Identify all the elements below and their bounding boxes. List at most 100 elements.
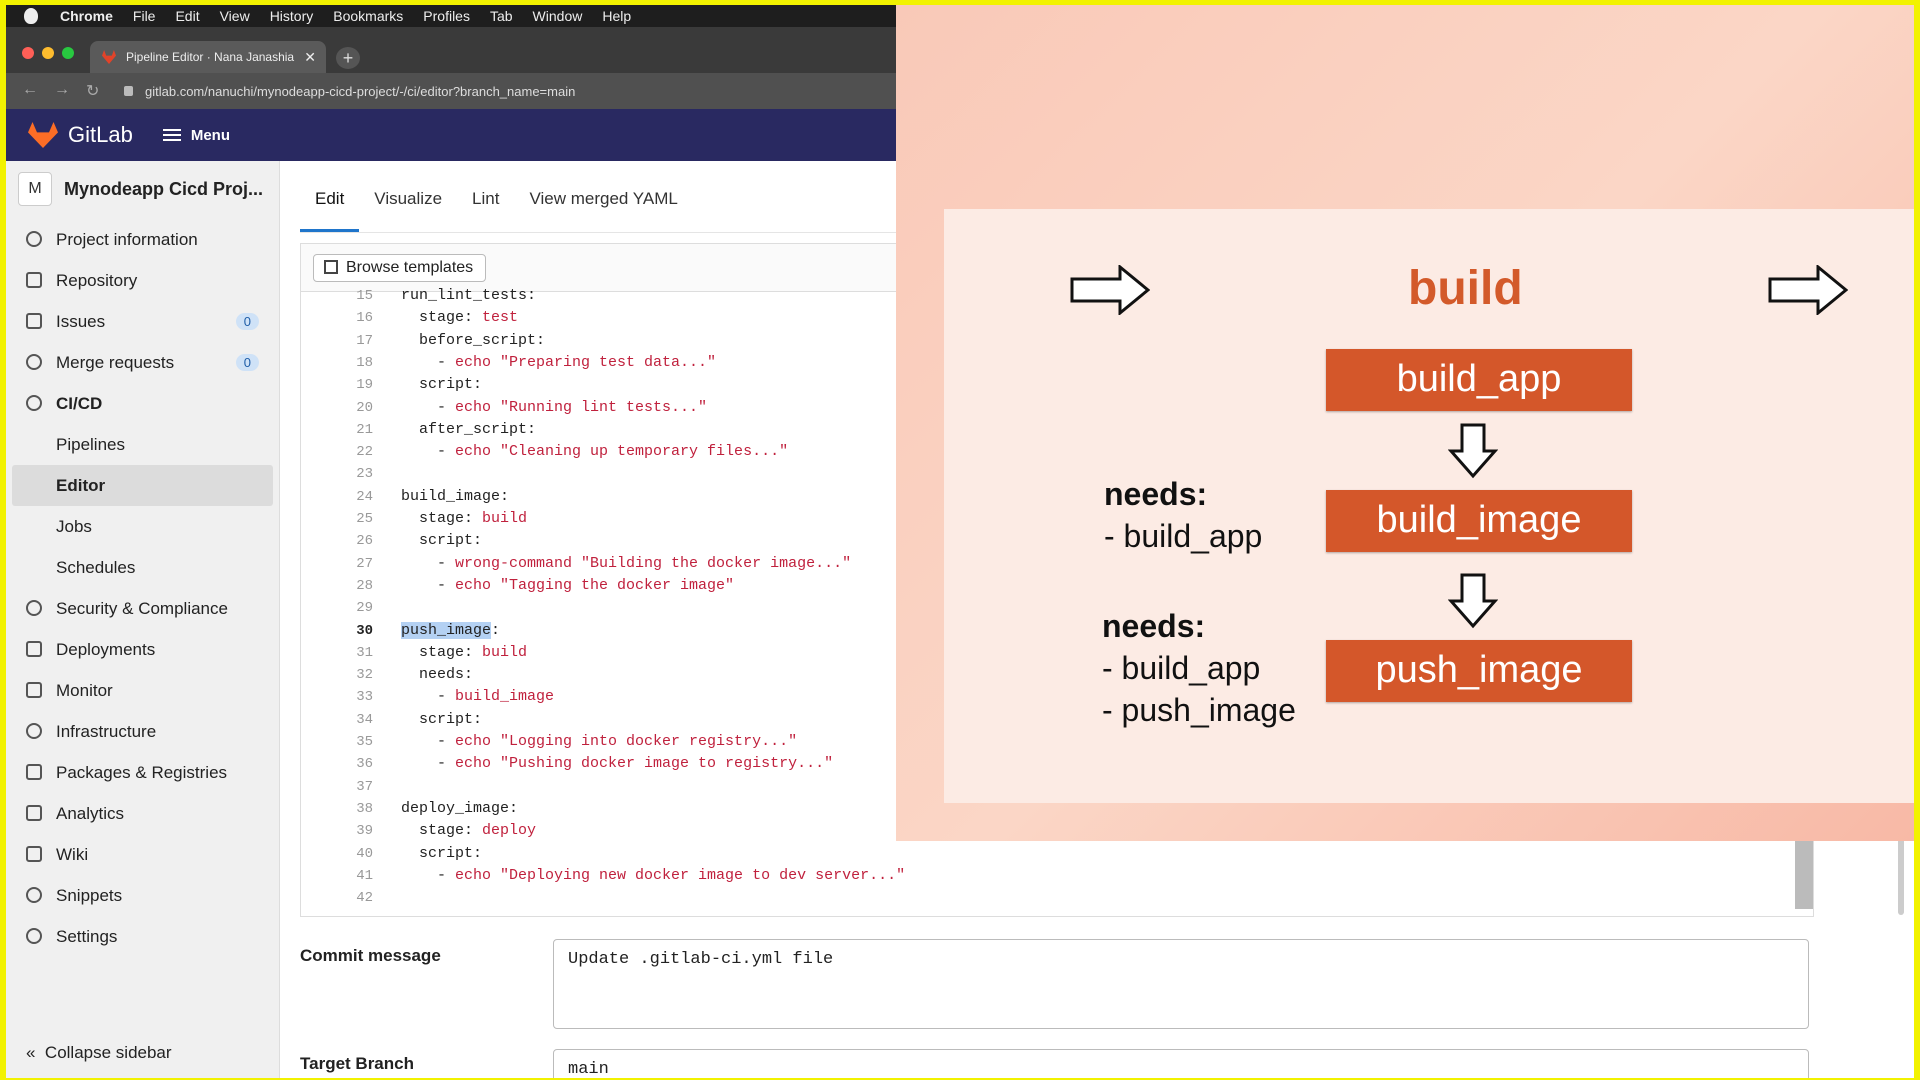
needs-push-image: needs: - build_app - push_image (1102, 605, 1296, 731)
sidebar-item-jobs[interactable]: Jobs (6, 506, 279, 547)
commit-message-field[interactable]: Update .gitlab-ci.yml file (553, 939, 1809, 1029)
url-text: gitlab.com/nanuchi/mynodeapp-cicd-projec… (145, 83, 576, 99)
code-line[interactable]: run_lint_tests: (401, 287, 536, 304)
sidebar-item-label: Analytics (56, 803, 125, 823)
sidebar-item-issues[interactable]: Issues 0 (6, 301, 279, 342)
shield-icon (26, 600, 42, 616)
close-tab-icon[interactable]: ✕ (304, 49, 316, 66)
menu-view[interactable]: View (220, 8, 250, 24)
new-tab-icon[interactable]: + (336, 47, 360, 69)
code-line[interactable]: push_image: (401, 621, 500, 639)
forward-icon[interactable]: → (54, 81, 70, 101)
menu-help[interactable]: Help (602, 8, 631, 24)
code-line[interactable]: - echo "Preparing test data..." (401, 354, 716, 371)
menu-file[interactable]: File (133, 8, 156, 24)
menu-tab[interactable]: Tab (490, 8, 513, 24)
code-line[interactable]: script: (401, 711, 482, 728)
menu-button[interactable]: Menu (191, 127, 230, 144)
sidebar-item-infrastructure[interactable]: Infrastructure (6, 711, 279, 752)
sidebar-item-packages-registries[interactable]: Packages & Registries (6, 752, 279, 793)
sidebar-item-repository[interactable]: Repository (6, 260, 279, 301)
sidebar-item-deployments[interactable]: Deployments (6, 629, 279, 670)
sidebar-item-security-compliance[interactable]: Security & Compliance (6, 588, 279, 629)
code-line[interactable]: script: (401, 532, 482, 549)
line-number: 26 (356, 533, 373, 550)
code-line[interactable]: script: (401, 376, 482, 393)
project-header[interactable]: M Mynodeapp Cicd Proj... (6, 161, 279, 217)
video-overlay: build build_app build_image push_image n… (896, 5, 1914, 841)
code-line[interactable]: - echo "Logging into docker registry..." (401, 733, 797, 750)
code-line[interactable]: script: (401, 845, 482, 862)
code-line[interactable]: stage: build (401, 644, 527, 661)
code-line[interactable]: - echo "Pushing docker image to registry… (401, 755, 833, 772)
code-line[interactable]: stage: test (401, 309, 518, 326)
scissors-icon (26, 887, 42, 903)
url-field[interactable]: gitlab.com/nanuchi/mynodeapp-cicd-projec… (124, 79, 904, 103)
minimize-window-icon[interactable] (42, 47, 54, 59)
sidebar-item-pipelines[interactable]: Pipelines (6, 424, 279, 465)
sidebar-item-merge-requests[interactable]: Merge requests 0 (6, 342, 279, 383)
tab-view-merged-yaml[interactable]: View merged YAML (514, 161, 692, 232)
collapse-sidebar-button[interactable]: « Collapse sidebar (26, 1043, 172, 1063)
sidebar-item-label: Deployments (56, 639, 156, 659)
sidebar: M Mynodeapp Cicd Proj... Project informa… (6, 161, 280, 1078)
deployments-icon (26, 641, 42, 657)
sidebar-item-label: Issues (56, 311, 106, 331)
gitlab-favicon-icon (102, 50, 116, 64)
code-line[interactable]: - echo "Tagging the docker image" (401, 577, 734, 594)
menu-edit[interactable]: Edit (175, 8, 199, 24)
browser-tab-title: Pipeline Editor · Nana Janashia (126, 50, 295, 64)
apple-icon[interactable] (24, 8, 38, 24)
code-line[interactable]: deploy_image: (401, 800, 518, 817)
target-branch-field[interactable]: main (553, 1049, 1809, 1078)
code-line[interactable]: stage: deploy (401, 822, 536, 839)
menu-window[interactable]: Window (533, 8, 583, 24)
sidebar-item-monitor[interactable]: Monitor (6, 670, 279, 711)
line-number: 25 (356, 511, 373, 527)
tab-visualize[interactable]: Visualize (359, 161, 457, 232)
line-number: 16 (356, 310, 373, 327)
code-line[interactable]: - build_image (401, 688, 554, 705)
sidebar-item-analytics[interactable]: Analytics (6, 793, 279, 834)
sidebar-item-label: Editor (56, 475, 106, 495)
menu-bookmarks[interactable]: Bookmarks (333, 8, 403, 24)
code-line[interactable]: - wrong-command "Building the docker ima… (401, 555, 851, 572)
menu-profiles[interactable]: Profiles (423, 8, 470, 24)
sidebar-item-project-information[interactable]: Project information (6, 219, 279, 260)
sidebar-item-settings[interactable]: Settings (6, 916, 279, 957)
code-line[interactable]: build_image: (401, 488, 509, 505)
maximize-window-icon[interactable] (62, 47, 74, 59)
gitlab-brand[interactable]: GitLab (68, 122, 133, 148)
code-line[interactable]: - echo "Deploying new docker image to de… (401, 867, 905, 884)
sidebar-item-schedules[interactable]: Schedules (6, 547, 279, 588)
hamburger-icon[interactable] (162, 129, 181, 141)
tab-lint[interactable]: Lint (457, 161, 514, 232)
browser-tab[interactable]: Pipeline Editor · Nana Janashia ✕ (90, 41, 326, 73)
code-line[interactable]: needs: (401, 666, 473, 683)
sidebar-item-snippets[interactable]: Snippets (6, 875, 279, 916)
book-icon (26, 272, 42, 288)
reload-icon[interactable]: ↻ (86, 81, 99, 101)
sidebar-item-wiki[interactable]: Wiki (6, 834, 279, 875)
line-number: 42 (356, 890, 373, 907)
code-line[interactable]: - echo "Running lint tests..." (401, 399, 707, 416)
code-line[interactable]: before_script: (401, 332, 545, 349)
code-line[interactable]: after_script: (401, 421, 536, 438)
info-icon (26, 231, 42, 247)
menu-app[interactable]: Chrome (60, 8, 113, 24)
tab-edit[interactable]: Edit (300, 161, 360, 232)
page-scrollbar[interactable] (1898, 835, 1904, 915)
arrow-down-icon (1448, 423, 1498, 479)
code-line[interactable]: stage: build (401, 510, 527, 527)
back-icon[interactable]: ← (22, 81, 38, 101)
code-line[interactable]: - echo "Cleaning up temporary files..." (401, 443, 788, 460)
menu-history[interactable]: History (270, 8, 314, 24)
gitlab-logo-icon[interactable] (28, 122, 58, 148)
sidebar-item-editor[interactable]: Editor (12, 465, 273, 506)
line-number: 27 (356, 555, 373, 572)
close-window-icon[interactable] (22, 47, 34, 59)
chevrons-left-icon: « (26, 1043, 36, 1062)
sidebar-item-cicd[interactable]: CI/CD (6, 383, 279, 424)
browse-templates-button[interactable]: Browse templates (313, 254, 487, 282)
lock-icon (124, 86, 133, 96)
